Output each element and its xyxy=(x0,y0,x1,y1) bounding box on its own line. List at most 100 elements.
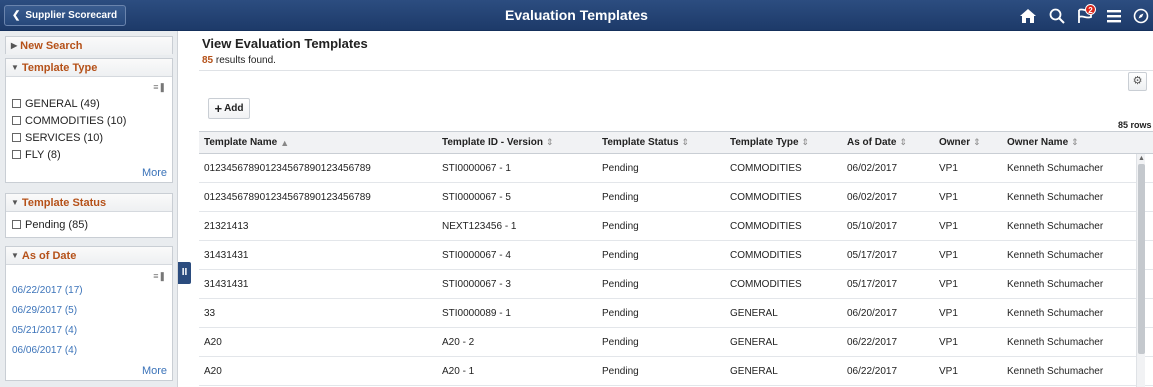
caret-down-icon: ▼ xyxy=(11,250,19,260)
column-header-template-id[interactable]: Template ID - Version ⇕ xyxy=(437,132,597,153)
add-button[interactable]: + Add xyxy=(208,98,250,119)
new-search-group[interactable]: ▶ New Search xyxy=(5,36,173,55)
cell-owner-name: Kenneth Schumacher xyxy=(1007,162,1104,174)
collapse-panel-handle[interactable]: II xyxy=(178,262,191,284)
column-header-template-name[interactable]: Template Name ▲ xyxy=(199,132,437,153)
cell-as-of-date: 05/10/2017 xyxy=(847,220,898,232)
cell-template-type: COMMODITIES xyxy=(730,249,802,261)
add-button-label: Add xyxy=(224,103,244,114)
cell-owner-name: Kenneth Schumacher xyxy=(1007,220,1104,232)
scroll-thumb[interactable] xyxy=(1138,164,1145,354)
notification-flag-icon[interactable]: 2 xyxy=(1077,3,1096,24)
cell-template-id: A20 - 2 xyxy=(442,336,475,348)
cell-template-name: 31431431 xyxy=(204,249,249,261)
column-header-label: Owner Name xyxy=(1007,137,1069,148)
cell-as-of-date: 06/20/2017 xyxy=(847,307,898,319)
filter-option[interactable]: COMMODITIES (10) xyxy=(6,112,172,129)
cell-owner: VP1 xyxy=(939,336,958,348)
cell-template-type: COMMODITIES xyxy=(730,191,802,203)
cell-template-name: 012345678901234567890123456789 xyxy=(204,162,371,174)
as-of-date-group: ▼ As of Date ≡❚ 06/22/2017 (17) 06/29/20… xyxy=(5,246,173,381)
home-icon[interactable] xyxy=(1019,8,1037,24)
table-row[interactable]: A20 A20 - 2 Pending GENERAL 06/22/2017 VP1 Ken… xyxy=(199,328,1153,357)
cell-template-id: STI0000067 - 5 xyxy=(442,191,511,203)
table-row[interactable]: A20 A20 - 1 Pending GENERAL 06/22/2017 VP1 Ken… xyxy=(199,357,1153,386)
notification-count-badge: 2 xyxy=(1085,3,1096,15)
table-row[interactable]: 33 STI0000089 - 1 Pending GENERAL 06/20/2017… xyxy=(199,299,1153,328)
cell-template-status: Pending xyxy=(602,191,639,203)
templates-grid: Template Name ▲ Template ID - Version ⇕ Te… xyxy=(199,131,1153,386)
cell-owner-name: Kenneth Schumacher xyxy=(1007,191,1104,203)
checkbox[interactable] xyxy=(12,133,21,142)
template-status-title[interactable]: Template Status xyxy=(22,194,106,212)
table-row[interactable]: 012345678901234567890123456789 STI0000067… xyxy=(199,154,1153,183)
checkbox[interactable] xyxy=(12,220,21,229)
cell-template-name: A20 xyxy=(204,336,222,348)
column-header-owner-name[interactable]: Owner Name ⇕ xyxy=(1002,132,1147,153)
checkbox[interactable] xyxy=(12,150,21,159)
cell-owner-name: Kenneth Schumacher xyxy=(1007,336,1104,348)
cell-owner-name: Kenneth Schumacher xyxy=(1007,307,1104,319)
table-row[interactable]: 012345678901234567890123456789 STI0000067… xyxy=(199,183,1153,212)
table-row[interactable]: 31431431 STI0000067 - 4 Pending COMMODITIES… xyxy=(199,241,1153,270)
cell-template-id: NEXT123456 - 1 xyxy=(442,220,517,232)
date-filter-link[interactable]: 06/22/2017 (17) xyxy=(12,285,83,296)
search-icon[interactable] xyxy=(1049,8,1065,24)
cell-template-name: A20 xyxy=(204,365,222,377)
sort-icon: ⇕ xyxy=(801,137,810,147)
filter-option[interactable]: SERVICES (10) xyxy=(6,129,172,146)
checkbox[interactable] xyxy=(12,99,21,108)
date-filter-link[interactable]: 05/21/2017 (4) xyxy=(12,325,77,336)
cell-owner: VP1 xyxy=(939,191,958,203)
filter-option[interactable]: GENERAL (49) xyxy=(6,95,172,112)
pause-icon: II xyxy=(181,267,188,278)
cell-template-id: STI0000089 - 1 xyxy=(442,307,511,319)
column-header-as-of-date[interactable]: As of Date ⇕ xyxy=(842,132,934,153)
scroll-up-arrow-icon[interactable]: ▲ xyxy=(1137,154,1146,163)
cell-template-name: 012345678901234567890123456789 xyxy=(204,191,371,203)
cell-template-status: Pending xyxy=(602,220,639,232)
menu-icon[interactable] xyxy=(1107,9,1121,23)
sort-icon: ⇕ xyxy=(899,137,907,147)
checkbox[interactable] xyxy=(12,116,21,125)
date-filter-link[interactable]: 06/06/2017 (4) xyxy=(12,345,77,356)
template-type-group: ▼ Template Type ≡❚ GENERAL (49) COMMODIT… xyxy=(5,58,173,183)
page-title-banner: Evaluation Templates xyxy=(505,7,648,23)
cell-as-of-date: 06/02/2017 xyxy=(847,162,898,174)
cell-template-type: COMMODITIES xyxy=(730,278,802,290)
results-count: 85 xyxy=(202,55,214,66)
cell-template-type: GENERAL xyxy=(730,307,778,319)
filter-option-label: GENERAL (49) xyxy=(25,97,100,110)
cell-template-status: Pending xyxy=(602,365,639,377)
sort-filter-icon[interactable]: ≡❚ xyxy=(153,82,166,93)
column-header-owner[interactable]: Owner ⇕ xyxy=(934,132,1002,153)
column-header-template-status[interactable]: Template Status ⇕ xyxy=(597,132,725,153)
navbar-compass-icon[interactable] xyxy=(1133,8,1149,24)
cell-owner: VP1 xyxy=(939,249,958,261)
cell-template-name: 33 xyxy=(204,307,216,319)
column-header-label: Template ID - Version xyxy=(442,137,543,148)
sort-icon: ⇕ xyxy=(545,137,554,147)
more-link[interactable]: More xyxy=(142,365,167,377)
column-header-template-type[interactable]: Template Type ⇕ xyxy=(725,132,842,153)
as-of-date-title[interactable]: As of Date xyxy=(22,247,76,265)
cell-template-id: STI0000067 - 3 xyxy=(442,278,511,290)
gear-icon[interactable]: ⚙ xyxy=(1128,72,1147,91)
sort-icon: ⇕ xyxy=(1071,137,1079,147)
filter-option[interactable]: Pending (85) xyxy=(6,216,172,233)
date-filter-link[interactable]: 06/29/2017 (5) xyxy=(12,305,77,316)
cell-template-id: STI0000067 - 4 xyxy=(442,249,511,261)
filter-option[interactable]: FLY (8) xyxy=(6,146,172,163)
cell-template-status: Pending xyxy=(602,162,639,174)
table-row[interactable]: 31431431 STI0000067 - 3 Pending COMMODITIES… xyxy=(199,270,1153,299)
more-link[interactable]: More xyxy=(142,167,167,179)
new-search-link[interactable]: New Search xyxy=(20,37,82,55)
vertical-scrollbar[interactable]: ▲ xyxy=(1136,154,1145,387)
caret-right-icon: ▶ xyxy=(11,41,18,50)
template-type-title[interactable]: Template Type xyxy=(22,59,97,77)
cell-owner-name: Kenneth Schumacher xyxy=(1007,278,1104,290)
sort-filter-icon[interactable]: ≡❚ xyxy=(153,271,166,282)
table-row[interactable]: 21321413 NEXT123456 - 1 Pending COMMODITIES… xyxy=(199,212,1153,241)
grid-body: 012345678901234567890123456789 STI0000067… xyxy=(199,154,1153,386)
cell-template-status: Pending xyxy=(602,249,639,261)
